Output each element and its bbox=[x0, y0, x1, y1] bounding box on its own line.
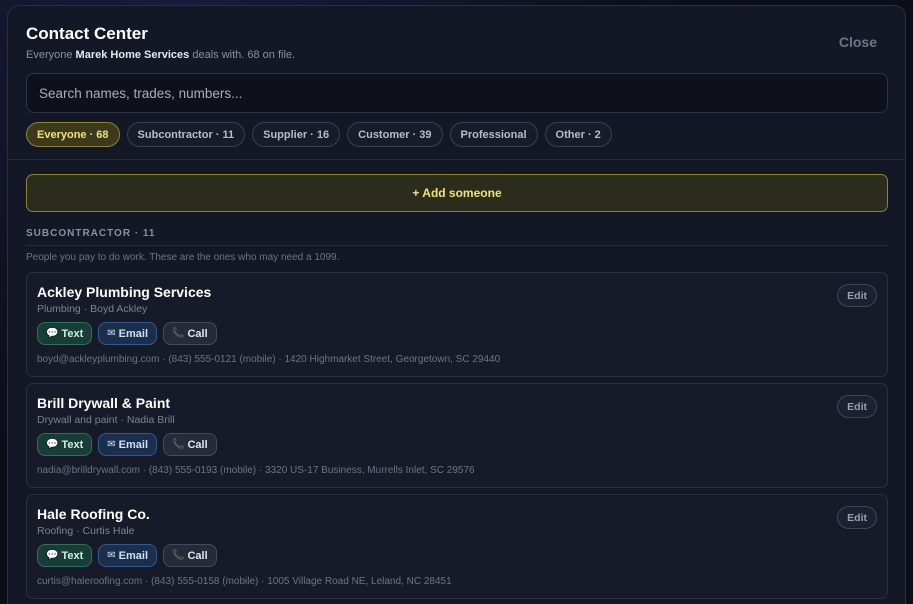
modal-header: Contact Center Everyone Marek Home Servi… bbox=[8, 6, 905, 160]
filter-chip-supplier[interactable]: Supplier · 16 bbox=[252, 122, 341, 147]
email-label: Email bbox=[118, 327, 149, 340]
text-button[interactable]: 💬 Text bbox=[37, 433, 93, 456]
text-button[interactable]: 💬 Text bbox=[37, 322, 93, 345]
contact-list: Ackley Plumbing Services Plumbing · Boyd… bbox=[26, 272, 888, 599]
contact-actions: 💬 Text ✉ Email 📞 Call bbox=[37, 433, 877, 456]
section-title: SUBCONTRACTOR · 11 bbox=[26, 228, 888, 246]
phone-icon: 📞 bbox=[172, 439, 185, 450]
email-label: Email bbox=[118, 549, 149, 562]
call-button[interactable]: 📞 Call bbox=[163, 544, 217, 567]
contact-trade: Plumbing · Boyd Ackley bbox=[37, 303, 148, 315]
edit-button[interactable]: Edit bbox=[837, 506, 877, 529]
contact-trade: Drywall and paint · Nadia Brill bbox=[37, 414, 175, 426]
email-button[interactable]: ✉ Email bbox=[98, 544, 158, 567]
close-button[interactable]: Close bbox=[839, 34, 877, 50]
modal-subtitle: Everyone Marek Home Services deals with.… bbox=[26, 49, 887, 61]
modal-title: Contact Center bbox=[26, 24, 148, 43]
text-label: Text bbox=[61, 549, 84, 562]
filter-chip-professional[interactable]: Professional bbox=[449, 122, 538, 147]
phone-icon: 📞 bbox=[172, 550, 185, 561]
text-label: Text bbox=[61, 438, 84, 451]
contact-actions: 💬 Text ✉ Email 📞 Call bbox=[37, 322, 877, 345]
contact-name: Brill Drywall & Paint bbox=[37, 395, 171, 411]
contact-center-modal: Contact Center Everyone Marek Home Servi… bbox=[7, 5, 906, 604]
edit-button[interactable]: Edit bbox=[837, 395, 877, 418]
email-button[interactable]: ✉ Email bbox=[98, 322, 158, 345]
call-label: Call bbox=[187, 549, 208, 562]
search-box[interactable] bbox=[26, 73, 888, 113]
search-input[interactable] bbox=[39, 85, 875, 101]
filter-chips: Everyone · 68 Subcontractor · 11 Supplie… bbox=[26, 122, 887, 147]
contact-actions: 💬 Text ✉ Email 📞 Call bbox=[37, 544, 877, 567]
call-label: Call bbox=[187, 327, 208, 340]
call-button[interactable]: 📞 Call bbox=[163, 322, 217, 345]
speech-bubble-icon: 💬 bbox=[46, 550, 59, 561]
contact-card: Hale Roofing Co. Roofing · Curtis Hale 💬… bbox=[26, 494, 888, 599]
add-someone-button[interactable]: + Add someone bbox=[26, 174, 888, 212]
filter-chip-other[interactable]: Other · 2 bbox=[544, 122, 612, 147]
contact-name: Hale Roofing Co. bbox=[37, 506, 150, 522]
envelope-icon: ✉ bbox=[107, 439, 116, 450]
call-label: Call bbox=[187, 438, 208, 451]
contact-card: Brill Drywall & Paint Drywall and paint … bbox=[26, 383, 888, 488]
filter-chip-customer[interactable]: Customer · 39 bbox=[347, 122, 443, 147]
text-button[interactable]: 💬 Text bbox=[37, 544, 93, 567]
subtitle-suffix: deals with. 68 on file. bbox=[192, 49, 296, 61]
phone-icon: 📞 bbox=[172, 328, 185, 339]
subtitle-prefix: Everyone bbox=[26, 49, 73, 61]
filter-chip-subcontractor[interactable]: Subcontractor · 11 bbox=[126, 122, 246, 147]
contact-name: Ackley Plumbing Services bbox=[37, 284, 212, 300]
filter-chip-everyone[interactable]: Everyone · 68 bbox=[26, 122, 120, 147]
modal-body: + Add someone SUBCONTRACTOR · 11 People … bbox=[8, 160, 905, 599]
envelope-icon: ✉ bbox=[107, 550, 116, 561]
speech-bubble-icon: 💬 bbox=[46, 439, 59, 450]
speech-bubble-icon: 💬 bbox=[46, 328, 59, 339]
contact-card: Ackley Plumbing Services Plumbing · Boyd… bbox=[26, 272, 888, 377]
email-label: Email bbox=[118, 438, 149, 451]
section-description: People you pay to do work. These are the… bbox=[26, 252, 340, 263]
contact-details: boyd@ackleyplumbing.com · (843) 555-0121… bbox=[37, 354, 501, 365]
email-button[interactable]: ✉ Email bbox=[98, 433, 158, 456]
call-button[interactable]: 📞 Call bbox=[163, 433, 217, 456]
envelope-icon: ✉ bbox=[107, 328, 116, 339]
edit-button[interactable]: Edit bbox=[837, 284, 877, 307]
contact-trade: Roofing · Curtis Hale bbox=[37, 525, 135, 537]
contact-details: nadia@brilldrywall.com · (843) 555-0193 … bbox=[37, 465, 475, 476]
contact-details: curtis@haleroofing.com · (843) 555-0158 … bbox=[37, 576, 452, 587]
text-label: Text bbox=[61, 327, 84, 340]
company-name: Marek Home Services bbox=[75, 49, 190, 61]
